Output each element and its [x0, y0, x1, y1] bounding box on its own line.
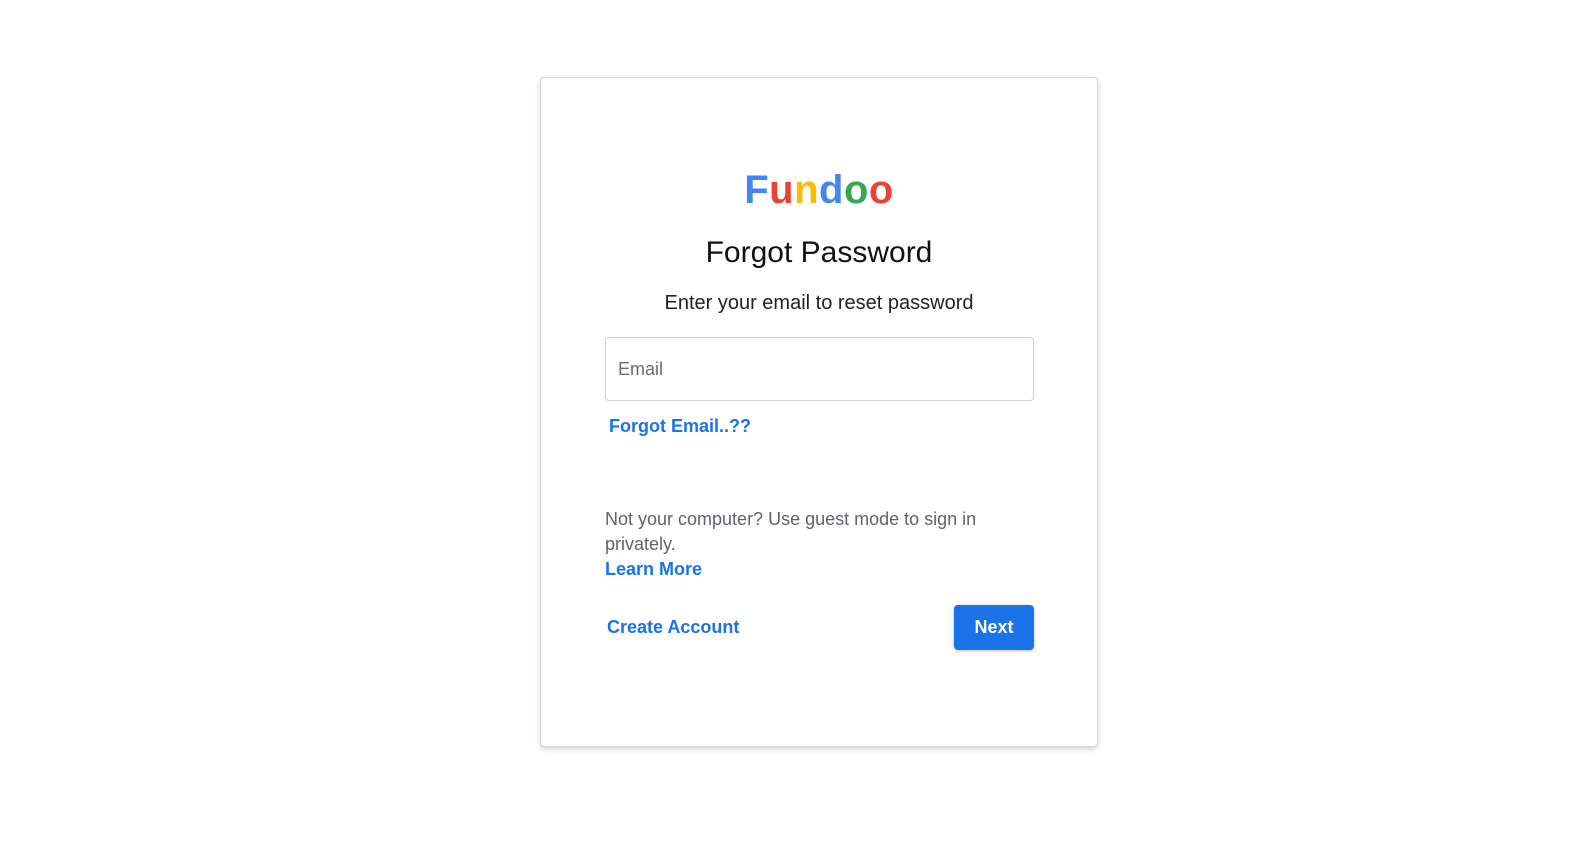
fundoo-logo: Fundoo	[541, 166, 1097, 214]
forgot-password-card: Fundoo Forgot Password Enter your email …	[540, 77, 1098, 747]
logo-letter-u: u	[769, 168, 795, 212]
create-account-link[interactable]: Create Account	[607, 615, 739, 639]
logo-letter-o1: o	[843, 168, 869, 212]
page-title: Forgot Password	[705, 236, 933, 269]
learn-more-link[interactable]: Learn More	[605, 557, 1045, 582]
forgot-email-link[interactable]: Forgot Email..??	[609, 414, 751, 438]
logo-letter-o2: o	[868, 168, 894, 212]
email-input[interactable]	[606, 338, 1033, 400]
logo-letter-n: n	[794, 168, 819, 212]
logo-letter-d: d	[819, 168, 844, 212]
guest-mode-text: Not your computer? Use guest mode to sig…	[605, 509, 977, 554]
guest-mode-notice: Not your computer? Use guest mode to sig…	[605, 507, 1045, 582]
next-button[interactable]: Next	[954, 605, 1034, 650]
logo-letter-f: F	[744, 168, 770, 212]
page-subtitle: Enter your email to reset password	[664, 292, 974, 314]
email-field[interactable]	[605, 337, 1034, 401]
